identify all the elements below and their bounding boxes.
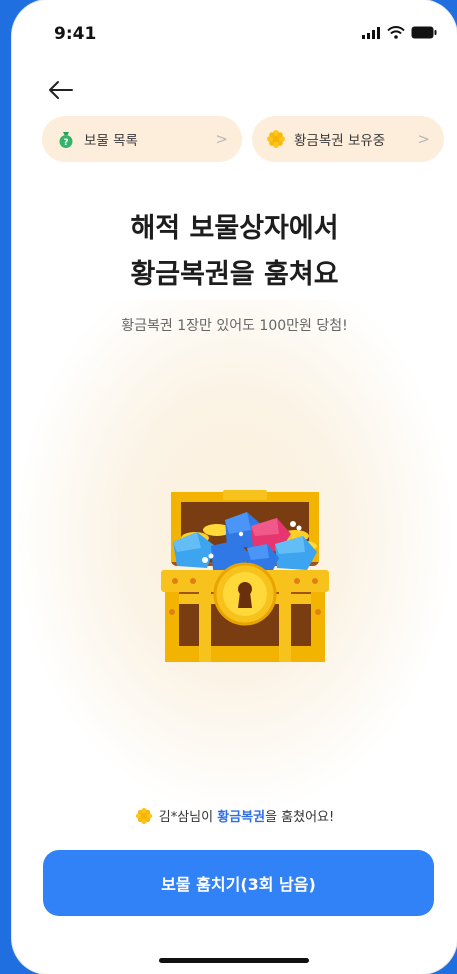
wifi-icon [387,26,405,39]
page-subtitle: 황금복권 1장만 있어도 100만원 당첨! [121,318,348,334]
back-arrow-icon[interactable] [46,78,76,102]
treasure-list-chip[interactable]: ? 보물 목록 > [42,116,242,162]
svg-text:?: ? [63,138,68,148]
steal-treasure-button[interactable]: 보물 훔치기(3회 남음) [43,850,434,916]
status-icons [361,26,437,39]
treasure-list-label: 보물 목록 [84,133,138,149]
golden-ticket-icon [135,807,152,824]
status-time: 9:41 [54,24,97,44]
chevron-right-icon: > [417,130,430,148]
recent-winner-notice: 김*삼님이 황금복권을 훔쳤어요! [12,806,457,825]
signal-icon [362,26,380,39]
golden-ticket-label: 황금복권 보유중 [294,133,386,149]
chevron-right-icon: > [215,130,228,148]
home-indicator [159,958,309,963]
golden-ticket-chip[interactable]: 황금복권 보유중 > [252,116,444,162]
page-title-line-1: 해적 보물상자에서 [130,213,339,244]
battery-icon [411,26,437,39]
treasure-chest-icon [161,490,329,662]
notice-highlight: 황금복권 [217,810,266,825]
phone-screen: 9:41 ? 보물 목록 > 황금복권 보유중 > 해적 보물상자에서 황금복권… [12,0,457,974]
notice-prefix: 김*삼님이 [158,810,218,825]
golden-ticket-icon [267,130,285,148]
notice-suffix: 을 훔쳤어요! [265,810,335,825]
notice-text: 김*삼님이 황금복권을 훔쳤어요! [159,806,334,825]
money-bag-icon: ? [59,132,73,148]
page-title-line-2: 황금복권을 훔쳐요 [130,259,339,290]
page-title: 해적 보물상자에서 황금복권을 훔쳐요 [12,206,457,298]
